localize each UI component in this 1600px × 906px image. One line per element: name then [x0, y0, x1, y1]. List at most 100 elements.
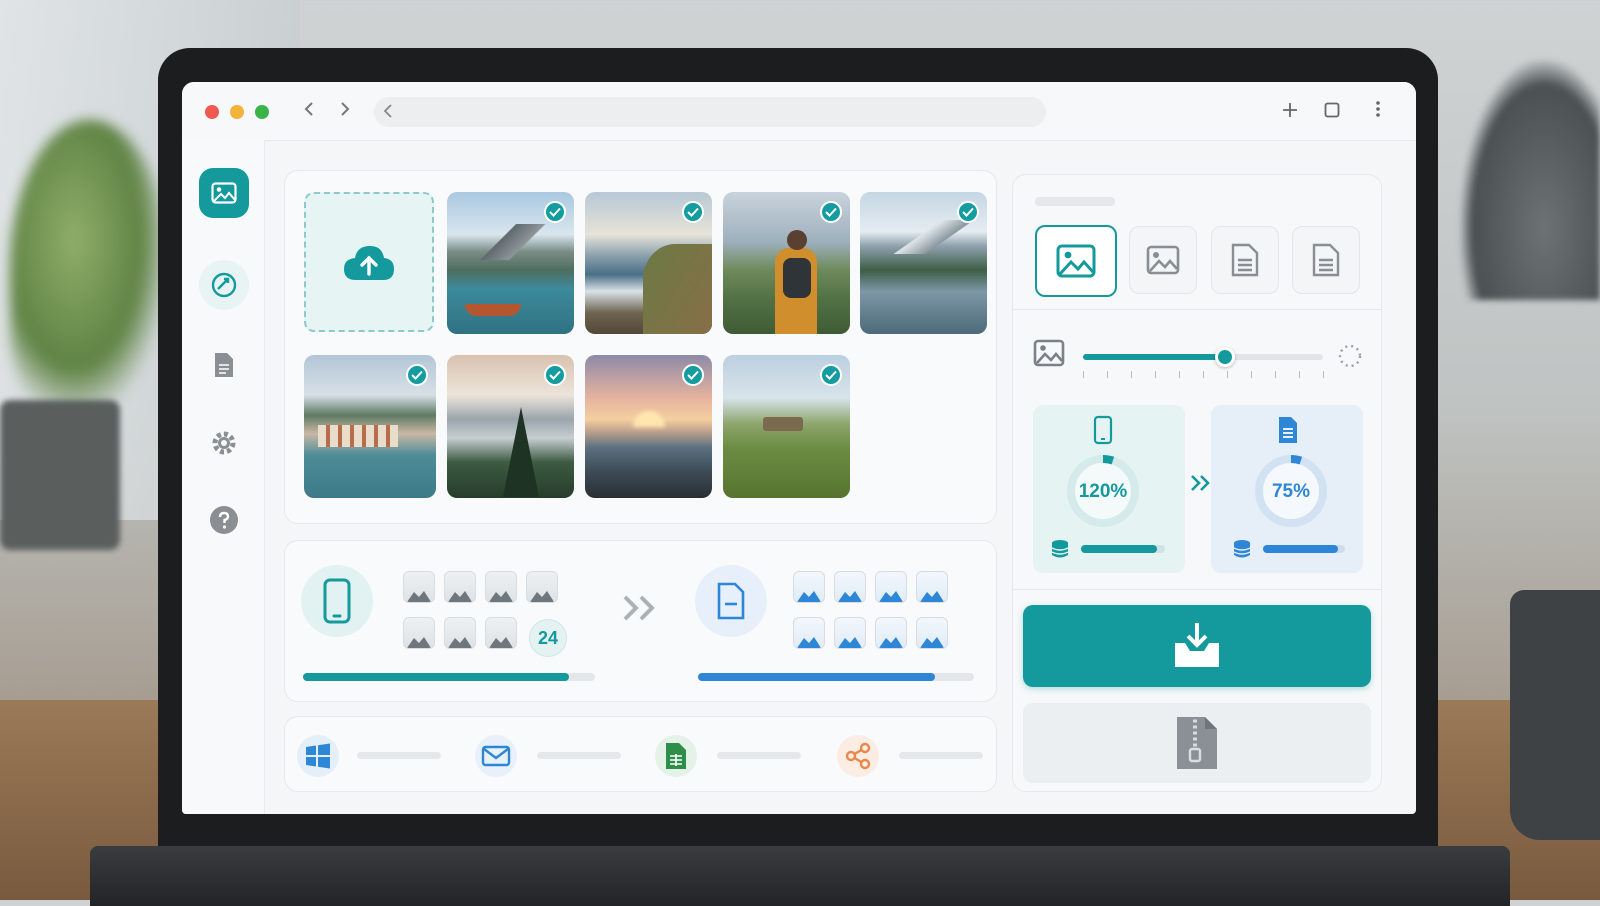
target-progress-bar	[698, 673, 974, 681]
mini-image-icon	[875, 571, 907, 603]
selected-check-icon	[544, 364, 566, 386]
loading-spinner-icon	[1337, 343, 1363, 374]
slider-handle[interactable]	[1214, 347, 1235, 367]
slider-ticks	[1083, 371, 1324, 379]
mini-image-icon	[834, 617, 866, 649]
target-storage-fill	[1263, 545, 1339, 553]
selected-check-icon	[820, 201, 842, 223]
share-link-button[interactable]	[837, 735, 879, 777]
background-mug	[1510, 590, 1600, 840]
upload-dropzone[interactable]	[304, 192, 434, 332]
divider	[1013, 589, 1381, 590]
slider-tick	[1227, 371, 1228, 378]
source-progress-bar	[303, 673, 595, 681]
app-screen: 24 120% 75%	[182, 82, 1416, 814]
zip-file-icon	[1177, 717, 1217, 769]
sidebar	[182, 140, 265, 814]
compare-arrow-icon	[1189, 473, 1213, 498]
mini-image-icon	[916, 571, 948, 603]
selected-check-icon	[957, 201, 979, 223]
convert-arrow-icon	[621, 593, 661, 628]
share-panel	[284, 716, 997, 792]
mini-image-icon	[485, 617, 517, 649]
document-icon	[215, 353, 233, 377]
format-document-alt[interactable]	[1292, 226, 1360, 294]
gallery-thumb-sunset-sea[interactable]	[585, 355, 712, 498]
cloud-upload-icon	[344, 246, 394, 280]
document-icon	[717, 582, 745, 620]
slider-tick	[1179, 371, 1180, 378]
tabs-overview-button[interactable]	[1317, 96, 1347, 126]
address-bar[interactable]	[374, 97, 1046, 127]
windows-icon	[306, 743, 330, 769]
mini-image-icon	[875, 617, 907, 649]
document-icon	[1277, 415, 1299, 450]
zip-archive-button[interactable]	[1023, 703, 1371, 783]
resize-image-icon	[1033, 339, 1065, 372]
sheets-label-placeholder	[717, 752, 801, 759]
mini-image-icon	[834, 571, 866, 603]
mini-image-icon	[444, 617, 476, 649]
mini-image-icon	[485, 571, 517, 603]
image-icon	[211, 182, 237, 204]
plus-icon	[1283, 103, 1297, 117]
maximize-window-dot[interactable]	[255, 105, 269, 119]
slider-tick	[1203, 371, 1204, 378]
smartphone-icon	[323, 578, 351, 624]
back-button[interactable]	[297, 98, 321, 124]
windows-label-placeholder	[357, 752, 441, 759]
sidebar-item-convert[interactable]	[199, 260, 249, 310]
slider-tick	[1275, 371, 1276, 378]
document-icon	[1231, 243, 1259, 277]
selected-check-icon	[682, 364, 704, 386]
download-button[interactable]	[1023, 605, 1371, 687]
share-windows-button[interactable]	[297, 735, 339, 777]
mini-image-icon	[793, 617, 825, 649]
quality-slider[interactable]	[1083, 347, 1324, 378]
share-mail-button[interactable]	[475, 735, 517, 777]
selected-check-icon	[682, 201, 704, 223]
slider-tick	[1155, 371, 1156, 378]
more-menu-button[interactable]	[1363, 96, 1393, 126]
more-vertical-icon	[1376, 101, 1380, 117]
sidebar-item-documents[interactable]	[199, 340, 249, 390]
forward-button[interactable]	[333, 98, 357, 124]
mini-image-icon	[403, 571, 435, 603]
gallery-thumb-hiker[interactable]	[723, 192, 850, 334]
target-progress-fill	[698, 673, 936, 681]
batch-conversion-panel: 24	[284, 540, 997, 702]
gallery-thumb-lake-canoe[interactable]	[447, 192, 574, 334]
storage-icon	[1051, 539, 1069, 564]
background-plant	[10, 120, 170, 420]
format-document[interactable]	[1211, 226, 1279, 294]
gallery-thumb-foggy-forest[interactable]	[447, 355, 574, 498]
slider-tick	[1083, 371, 1084, 378]
format-image-secondary[interactable]	[1129, 226, 1197, 294]
sidebar-item-help[interactable]	[199, 495, 249, 545]
new-tab-button[interactable]	[1275, 96, 1305, 126]
format-image-primary[interactable]	[1035, 225, 1117, 297]
source-device	[301, 565, 373, 637]
chevron-right-icon	[341, 102, 350, 116]
background-lamp	[1460, 60, 1600, 300]
image-icon	[1146, 245, 1180, 275]
sidebar-item-settings[interactable]	[199, 418, 249, 468]
laptop-keyboard	[90, 846, 1510, 906]
slider-tick	[1323, 371, 1324, 378]
close-window-dot[interactable]	[205, 105, 219, 119]
minimize-window-dot[interactable]	[230, 105, 244, 119]
gallery-thumb-mountain-lake[interactable]	[860, 192, 987, 334]
download-icon	[1175, 623, 1219, 667]
chevron-left-icon	[304, 102, 313, 116]
sidebar-item-images[interactable]	[199, 168, 249, 218]
gallery-thumb-green-hills[interactable]	[723, 355, 850, 498]
selected-check-icon	[544, 201, 566, 223]
gallery-thumb-village[interactable]	[304, 355, 436, 498]
convert-icon	[211, 272, 237, 298]
target-document	[695, 565, 767, 637]
gallery-thumb-coast[interactable]	[585, 192, 712, 334]
share-sheets-button[interactable]	[655, 735, 697, 777]
storage-icon	[1233, 539, 1251, 564]
source-progress-fill	[303, 673, 569, 681]
source-storage-fill	[1081, 545, 1157, 553]
